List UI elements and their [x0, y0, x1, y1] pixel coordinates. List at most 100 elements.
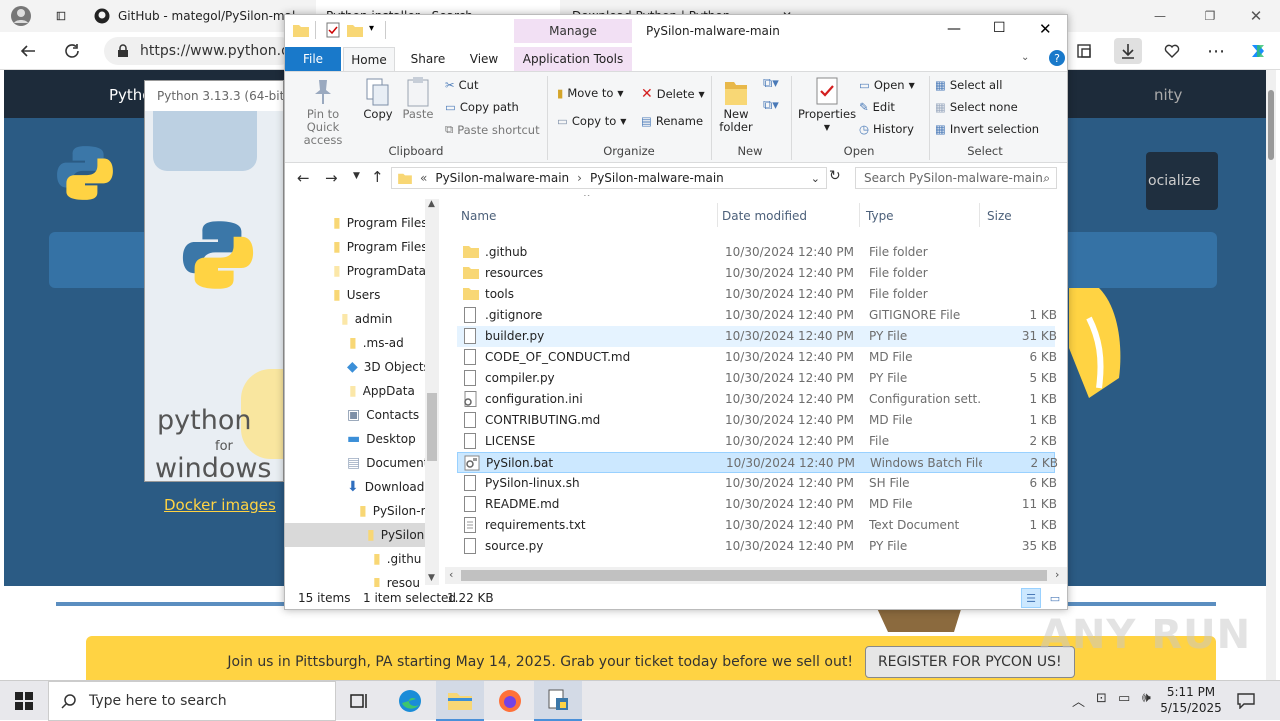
tab-view[interactable]: View — [457, 47, 511, 71]
nav-tree-item[interactable]: ▣ Contacts — [347, 403, 419, 427]
new-folder-quick-icon[interactable] — [347, 23, 363, 37]
nav-tree-item[interactable]: ▮ ProgramData — [333, 259, 426, 283]
system-clock[interactable]: 5:11 PM 5/15/2025 — [1160, 684, 1222, 716]
nav-tree-item[interactable]: ▮ Program Files — [333, 235, 428, 259]
file-row[interactable]: README.md 10/30/2024 12:40 PM MD File 11 KB — [457, 494, 1057, 515]
forward-nav-button[interactable]: → — [325, 169, 338, 187]
properties-quick-icon[interactable] — [325, 22, 341, 38]
details-view-button[interactable]: ☰ — [1021, 588, 1041, 608]
quick-access-dropdown-icon[interactable]: ▾ — [369, 23, 374, 34]
performance-button[interactable] — [1158, 38, 1186, 64]
nav-tree-item[interactable]: ▮ Program Files — [333, 211, 428, 235]
easy-access-icon[interactable]: ⧉▾ — [763, 98, 779, 113]
tab-share[interactable]: Share — [401, 47, 455, 71]
back-nav-button[interactable]: ← — [297, 169, 310, 187]
scroll-down-icon[interactable]: ▼ — [428, 573, 435, 583]
explorer-search-box[interactable]: Search PySilon-malware-main ⌕ — [855, 167, 1057, 189]
close-button[interactable]: ✕ — [1039, 20, 1052, 38]
more-menu-button[interactable]: ⋯ — [1202, 38, 1230, 64]
breadcrumb-item[interactable]: PySilon-malware-main — [435, 171, 569, 185]
maximize-button[interactable]: ☐ — [993, 20, 1006, 36]
properties-button[interactable]: Properties ▼ — [798, 76, 856, 134]
copy-button[interactable]: Copy — [361, 76, 395, 121]
select-all-button[interactable]: ▦ Select all — [935, 78, 1002, 92]
history-button[interactable]: ◷ History — [859, 122, 914, 136]
python-installer-taskbar-button[interactable] — [534, 681, 582, 721]
task-view-button[interactable] — [336, 681, 384, 721]
profile-avatar[interactable] — [0, 0, 44, 32]
page-scrollbar[interactable] — [1266, 70, 1276, 686]
column-name[interactable]: Name — [461, 209, 496, 223]
file-row[interactable]: CODE_OF_CONDUCT.md 10/30/2024 12:40 PM MD … — [457, 347, 1057, 368]
paste-button[interactable]: Paste — [401, 76, 435, 121]
explorer-address-bar[interactable]: « PySilon-malware-main › PySilon-malware… — [391, 167, 827, 189]
nav-pane-scrollbar[interactable]: ▲ ▼ — [425, 199, 439, 585]
nav-tree-item[interactable]: ▮ PySilon-m — [359, 499, 432, 523]
socialize-button[interactable]: ocialize — [1146, 152, 1218, 210]
divider[interactable] — [717, 203, 718, 227]
nav-tree-item[interactable]: ▮ Users — [333, 283, 380, 307]
start-button[interactable] — [0, 681, 48, 721]
refresh-folder-button[interactable]: ↻ — [829, 168, 841, 184]
open-button[interactable]: ▭ Open ▼ — [859, 78, 915, 92]
breadcrumb-chevron-icon[interactable]: › — [577, 171, 582, 185]
copy-to-button[interactable]: ▭ Copy to ▼ — [557, 114, 626, 128]
notifications-button[interactable] — [1232, 689, 1260, 713]
file-row[interactable]: tools 10/30/2024 12:40 PM File folder — [457, 284, 1055, 305]
address-dropdown-icon[interactable]: ⌄ — [811, 172, 820, 185]
file-row[interactable]: PySilon-linux.sh 10/30/2024 12:40 PM SH Fi… — [457, 473, 1057, 494]
pin-quick-access-button[interactable]: Pin to Quick access — [291, 76, 355, 147]
hidden-icons-chevron-icon[interactable]: ︿ — [1072, 691, 1085, 710]
column-date-modified[interactable]: Date modified — [722, 209, 807, 223]
nav-tree-item[interactable]: ▬ Desktop — [347, 427, 416, 451]
breadcrumb-item[interactable]: PySilon-malware-main — [590, 171, 724, 185]
large-icons-view-button[interactable]: ▭ — [1045, 588, 1065, 608]
scrollbar-thumb[interactable] — [461, 570, 1047, 581]
file-row[interactable]: configuration.ini 10/30/2024 12:40 PM Conf… — [457, 389, 1057, 410]
nav-tree-item[interactable]: ▮ PySilon — [285, 523, 425, 547]
file-explorer-taskbar-button[interactable] — [436, 681, 484, 721]
address-field[interactable]: https://www.python.o — [104, 37, 294, 65]
edge-taskbar-button[interactable] — [386, 681, 434, 721]
tab-home[interactable]: Home — [343, 47, 395, 71]
new-item-icon[interactable]: ⧉▾ — [763, 76, 779, 91]
divider[interactable] — [979, 203, 980, 227]
select-none-button[interactable]: ▦ Select none — [935, 100, 1018, 114]
scroll-up-icon[interactable]: ▲ — [428, 199, 435, 209]
firefox-taskbar-button[interactable] — [486, 681, 534, 721]
edit-button[interactable]: ✎ Edit — [859, 100, 895, 114]
copilot-button[interactable] — [1244, 38, 1272, 64]
scrollbar-thumb[interactable] — [427, 393, 437, 461]
help-icon[interactable]: ? — [1049, 50, 1065, 66]
close-browser-button[interactable]: ✕ — [1236, 0, 1276, 32]
paste-shortcut-button[interactable]: ⧉ Paste shortcut — [445, 122, 540, 137]
file-row[interactable]: CONTRIBUTING.md 10/30/2024 12:40 PM MD Fil… — [457, 410, 1057, 431]
up-folder-button[interactable]: ↑ — [371, 168, 384, 186]
breadcrumb-overflow-icon[interactable]: « — [420, 171, 427, 185]
docker-images-link[interactable]: Docker images — [164, 496, 276, 514]
file-explorer-window[interactable]: ▾ Manage PySilon-malware-main — ☐ ✕ File… — [284, 14, 1068, 610]
file-row[interactable]: builder.py 10/30/2024 12:40 PM PY File 31 K… — [457, 326, 1057, 347]
move-to-button[interactable]: ▮ Move to ▼ — [557, 86, 624, 100]
browser-tab-github[interactable]: GitHub - mategol/PySilon-mal — [84, 0, 314, 32]
file-row[interactable]: .github 10/30/2024 12:40 PM File folder — [457, 242, 1055, 263]
divider[interactable] — [859, 203, 860, 227]
rename-button[interactable]: ▤ Rename — [641, 114, 703, 128]
site-nav-community[interactable]: nity — [1154, 86, 1182, 104]
nav-tree-item[interactable]: ▮ .ms-ad — [349, 331, 404, 355]
nav-tree-item[interactable]: ▮ admin — [341, 307, 392, 331]
file-row[interactable]: LICENSE 10/30/2024 12:40 PM File 2 KB — [457, 431, 1057, 452]
nav-tree-item[interactable]: ▮ .githu — [373, 547, 421, 571]
column-size[interactable]: Size — [987, 209, 1012, 223]
nav-tree-item[interactable]: ▮ resou — [373, 571, 420, 587]
device-status-icon[interactable]: ⊡ — [1096, 691, 1107, 706]
volume-icon[interactable]: 🕪 — [1142, 690, 1151, 706]
column-type[interactable]: Type — [866, 209, 894, 223]
file-row[interactable]: requirements.txt 10/30/2024 12:40 PM Text … — [457, 515, 1057, 536]
new-folder-button[interactable]: New folder — [717, 76, 755, 134]
taskbar-search-box[interactable]: Type here to search — [48, 681, 336, 721]
python-installer-window[interactable]: Python 3.13.3 (64-bit) python for window… — [144, 80, 284, 482]
minimize-browser-button[interactable]: — — [1140, 0, 1180, 32]
file-row[interactable]: compiler.py 10/30/2024 12:40 PM PY File 5 K… — [457, 368, 1057, 389]
scrollbar-thumb[interactable] — [1268, 90, 1274, 160]
